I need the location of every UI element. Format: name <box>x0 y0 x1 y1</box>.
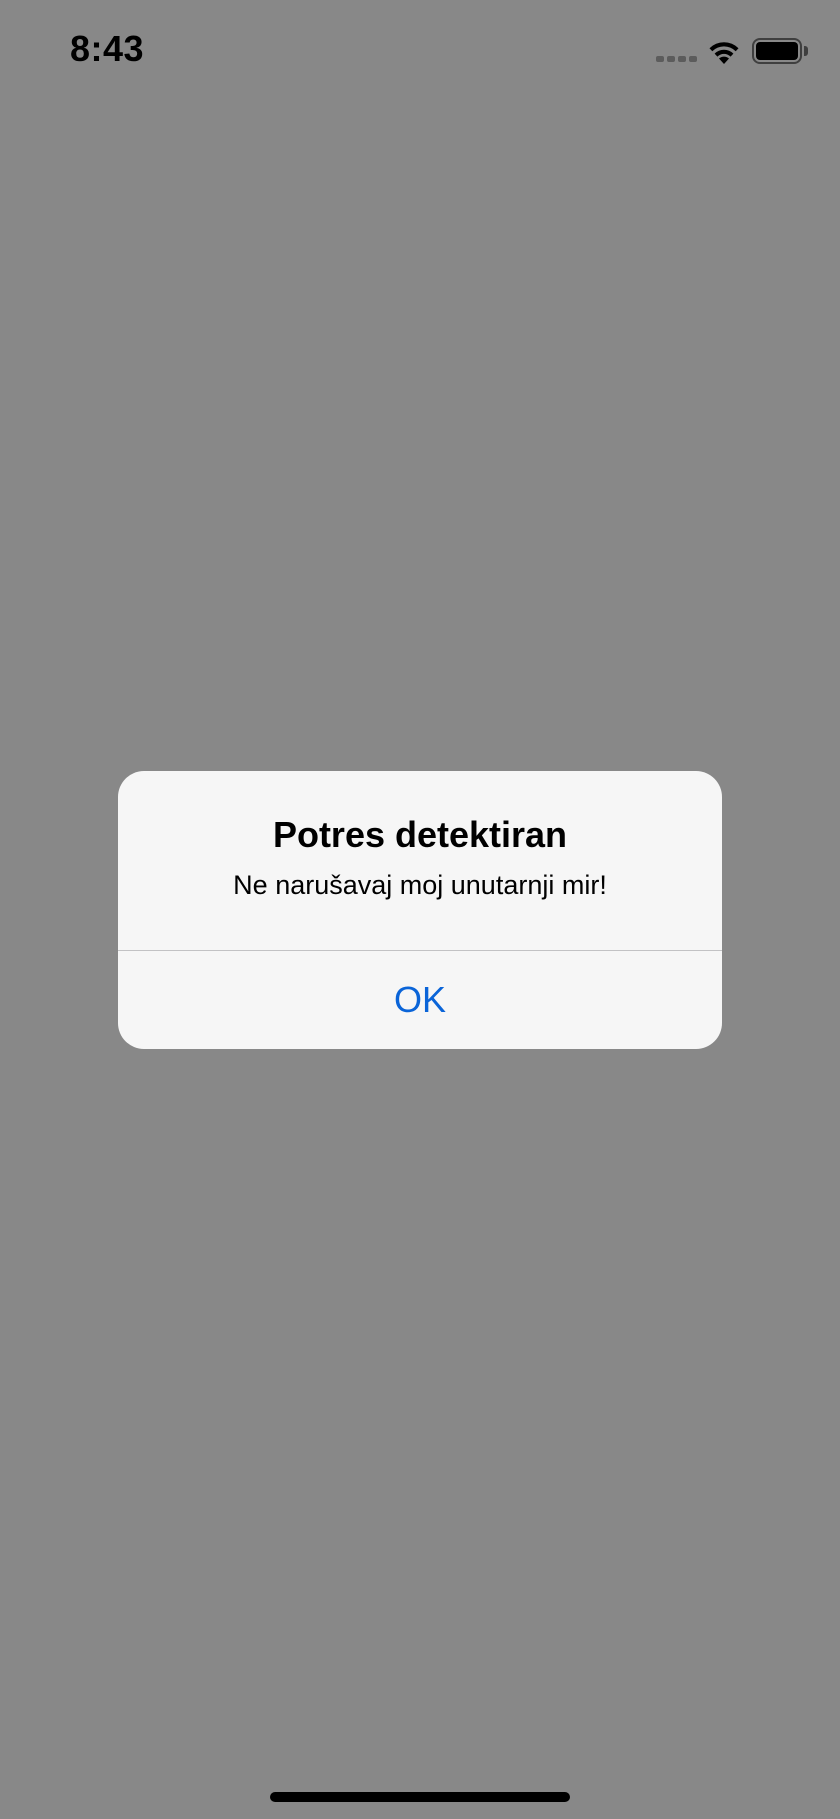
alert-content: Potres detektiran Ne narušavaj moj unuta… <box>118 771 722 950</box>
home-indicator[interactable] <box>270 1792 570 1802</box>
status-time: 8:43 <box>70 28 145 69</box>
alert-message: Ne narušavaj moj unutarnji mir! <box>233 870 607 900</box>
battery-icon <box>752 38 808 64</box>
app-screen: 8:43 Potres detektiran Ne narušavaj moj … <box>0 0 840 1819</box>
signal-dots-icon <box>656 56 698 64</box>
status-bar: 8:43 <box>0 0 840 100</box>
ok-button[interactable]: OK <box>118 951 722 1049</box>
alert-dialog: Potres detektiran Ne narušavaj moj unuta… <box>118 771 722 1049</box>
wifi-icon <box>709 42 739 64</box>
alert-title: Potres detektiran <box>272 814 568 855</box>
